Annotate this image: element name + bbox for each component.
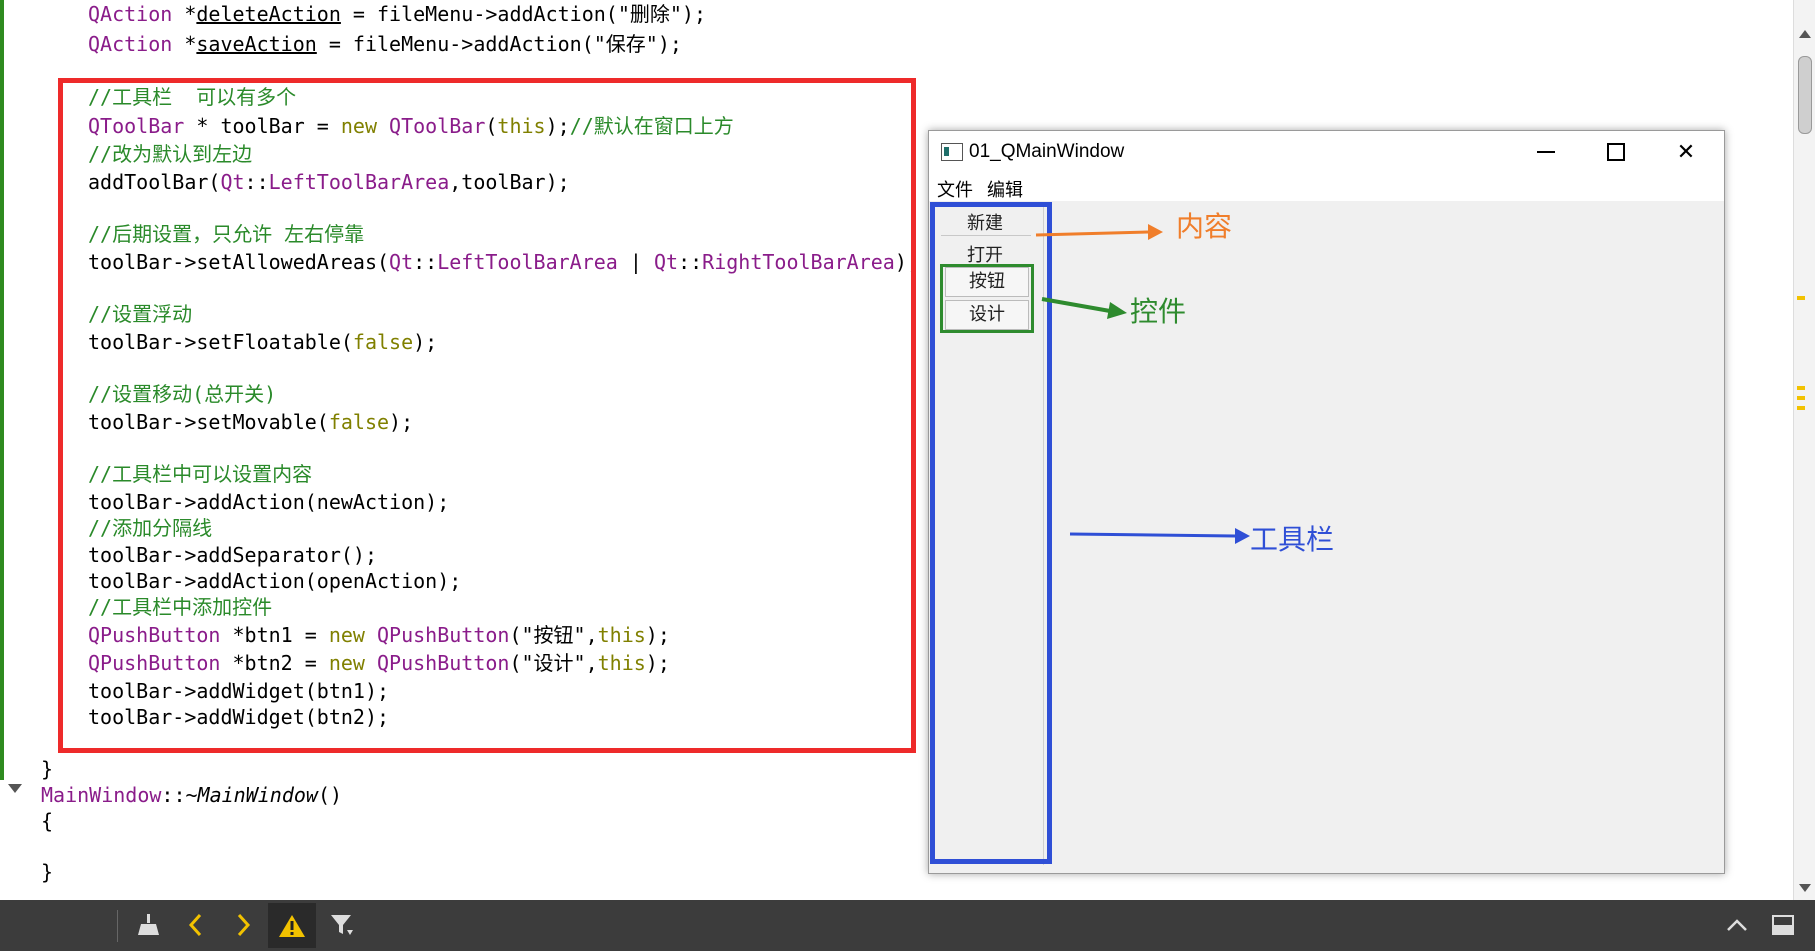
chevron-left-icon[interactable] xyxy=(181,910,211,940)
warning-icon[interactable] xyxy=(268,903,316,948)
close-icon: ✕ xyxy=(1676,139,1696,164)
code-line: QAction *saveAction = fileMenu->addActio… xyxy=(88,32,682,56)
annotation-content: 内容 xyxy=(1176,210,1233,243)
close-button[interactable]: ✕ xyxy=(1651,131,1721,173)
code-line: { xyxy=(41,809,53,833)
scroll-marker xyxy=(1797,406,1805,410)
scroll-thumb[interactable] xyxy=(1798,56,1812,134)
code-token: QAction xyxy=(88,32,173,56)
code-token: = fileMenu->addAction("删除"); xyxy=(340,2,706,26)
code-token: deleteAction xyxy=(196,2,341,26)
code-token: ~MainWindow xyxy=(185,783,318,807)
code-token: = fileMenu->addAction("保存"); xyxy=(316,32,682,56)
maximize-button[interactable] xyxy=(1581,131,1651,173)
chevron-up-icon[interactable] xyxy=(1722,910,1752,940)
broom-icon[interactable] xyxy=(133,910,165,940)
code-token: { xyxy=(41,809,54,833)
code-line: MainWindow::~MainWindow() xyxy=(41,783,342,807)
app-icon xyxy=(941,143,963,161)
vertical-scrollbar[interactable] xyxy=(1793,0,1815,900)
highlight-box xyxy=(58,78,916,753)
code-token: () xyxy=(317,783,343,807)
minimize-button[interactable] xyxy=(1511,131,1581,173)
divider xyxy=(117,910,118,942)
title-bar[interactable]: 01_QMainWindow ✕ xyxy=(929,131,1724,173)
scroll-marker xyxy=(1797,396,1805,400)
minimize-icon xyxy=(1537,151,1555,153)
chevron-right-icon[interactable] xyxy=(228,910,258,940)
scroll-down-icon[interactable] xyxy=(1799,884,1811,892)
gutter-change-bar xyxy=(0,0,4,780)
maximize-icon xyxy=(1607,143,1625,161)
annotation-widget: 控件 xyxy=(1130,295,1187,328)
code-token: saveAction xyxy=(196,32,317,56)
code-line: } xyxy=(41,860,53,884)
code-token: :: xyxy=(161,783,186,807)
code-token: * xyxy=(172,32,197,56)
status-bar xyxy=(0,900,1815,951)
code-line: } xyxy=(41,757,53,781)
scroll-marker xyxy=(1797,296,1805,300)
fold-arrow-icon[interactable] xyxy=(8,784,22,793)
panel-icon[interactable] xyxy=(1767,910,1799,940)
annotation-toolbar: 工具栏 xyxy=(1250,523,1335,556)
menu-edit[interactable]: 编辑 xyxy=(987,176,1023,202)
window-title: 01_QMainWindow xyxy=(969,141,1125,162)
filter-icon[interactable] xyxy=(326,910,358,940)
scroll-marker xyxy=(1797,386,1805,390)
code-token: } xyxy=(41,860,54,884)
scroll-up-icon[interactable] xyxy=(1799,30,1811,38)
widget-highlight-box xyxy=(940,264,1034,333)
code-token: QAction xyxy=(88,2,173,26)
menu-file[interactable]: 文件 xyxy=(937,176,973,202)
menu-bar: 文件 编辑 xyxy=(929,173,1724,201)
code-line: QAction *deleteAction = fileMenu->addAct… xyxy=(88,2,706,26)
code-token: MainWindow xyxy=(41,783,162,807)
code-token: } xyxy=(41,757,54,781)
code-token: * xyxy=(172,2,197,26)
